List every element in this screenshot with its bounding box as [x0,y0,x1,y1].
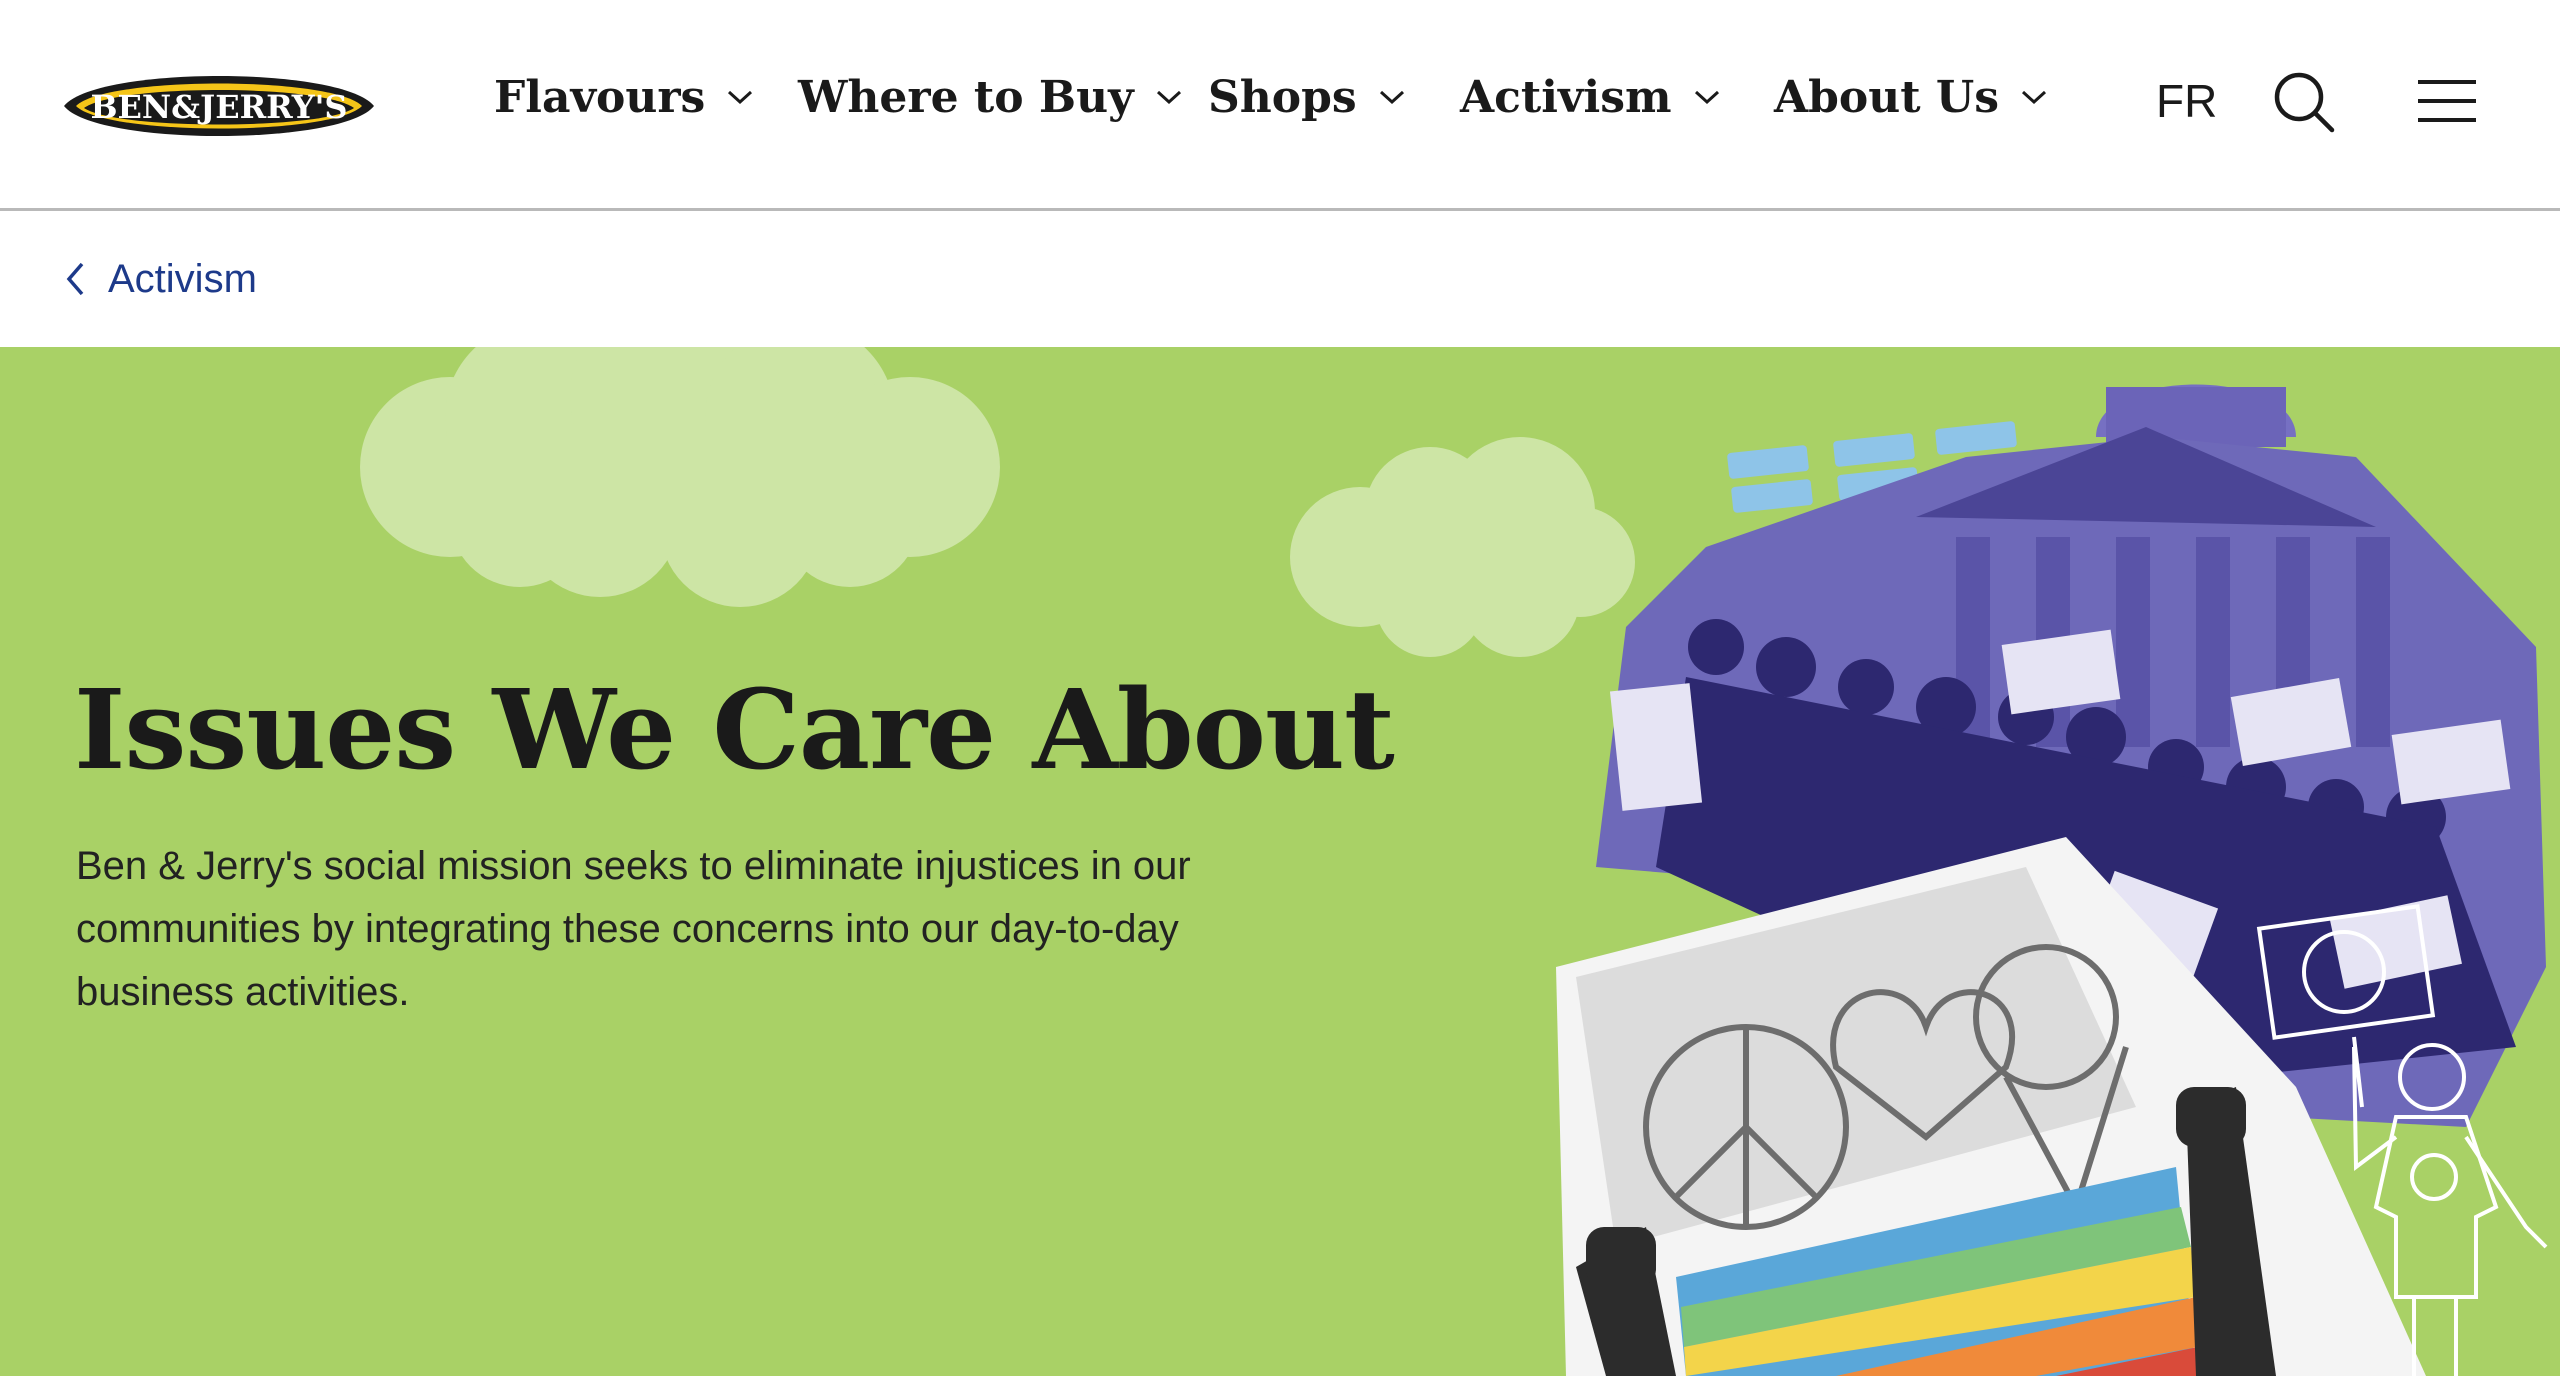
nav-label: Where to Buy [798,71,1134,123]
nav-shops[interactable]: Shops [1208,62,1405,132]
nav-label: Shops [1208,71,1357,123]
language-switch-fr[interactable]: FR [2156,74,2217,128]
nav-flavours[interactable]: Flavours [494,62,753,132]
search-icon[interactable] [2272,70,2336,134]
activism-collage-image [1556,384,2548,1376]
nav-label: About Us [1774,71,2000,123]
chevron-down-icon [1156,90,1181,105]
hamburger-menu-icon[interactable] [2416,78,2478,124]
nav-about-us[interactable]: About Us [1774,62,2047,132]
nav-label: Flavours [494,71,706,123]
site-header: BEN&JERRY'S Flavours Where to Buy Shops … [0,0,2560,211]
breadcrumb-label: Activism [108,256,257,301]
hero-description: Ben & Jerry's social mission seeks to el… [76,844,1191,1014]
nav-activism[interactable]: Activism [1460,62,1720,132]
chevron-left-icon [66,262,84,296]
cloud-decoration [360,347,1000,607]
svg-text:BEN&JERRY'S: BEN&JERRY'S [90,88,347,126]
breadcrumb-back-link[interactable]: Activism [64,248,257,310]
chevron-down-icon [1694,90,1719,105]
nav-label: Activism [1460,71,1672,123]
chevron-down-icon [1379,90,1404,105]
chevron-down-icon [728,90,753,105]
ben-and-jerrys-logo[interactable]: BEN&JERRY'S [56,56,382,156]
hero-section: Issues We Care About Ben & Jerry's socia… [0,347,2560,1376]
nav-where-to-buy[interactable]: Where to Buy [798,62,1182,132]
page-title: Issues We Care About [74,665,1395,794]
chevron-down-icon [2022,90,2047,105]
